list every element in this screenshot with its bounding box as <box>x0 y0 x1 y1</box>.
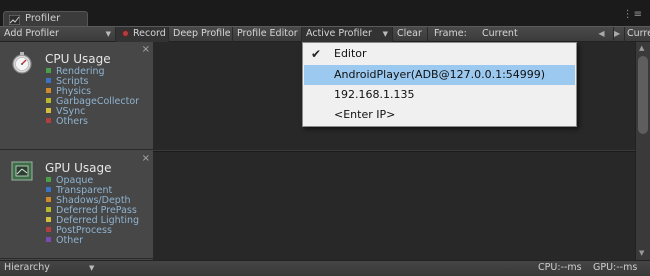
legend-swatch <box>46 207 51 212</box>
scroll-down-icon[interactable]: ▼ <box>639 249 644 257</box>
legend-item[interactable]: Other <box>46 236 139 246</box>
profile-editor-label: Profile Editor <box>237 28 298 39</box>
active-profiler-label: Active Profiler <box>306 28 372 39</box>
gpu-usage-section[interactable]: GPU Usage × Opaque Transparent Shadows/D… <box>0 151 153 259</box>
next-frame-button[interactable]: ▶ <box>614 27 625 42</box>
chevron-down-icon: ▼ <box>105 30 111 38</box>
record-icon <box>122 30 129 37</box>
legend-swatch <box>46 237 51 242</box>
gpu-chip-icon <box>11 161 33 181</box>
check-icon: ✔ <box>311 47 322 61</box>
legend-swatch <box>46 98 51 103</box>
clear-button[interactable]: Clear <box>393 27 428 42</box>
section-divider <box>153 151 635 152</box>
close-icon[interactable]: × <box>142 44 150 55</box>
menu-item-label: AndroidPlayer(ADB@127.0.0.1:54999) <box>334 68 546 81</box>
menu-item-label: 192.168.1.135 <box>334 88 415 101</box>
gpu-time-readout: GPU:--ms <box>593 262 638 273</box>
menu-item-ip-address[interactable]: 192.168.1.135 <box>304 85 575 105</box>
legend-swatch <box>46 217 51 222</box>
legend-item[interactable]: Others <box>46 117 139 127</box>
cpu-legend: Rendering Scripts Physics GarbageCollect… <box>46 67 139 127</box>
cpu-usage-section[interactable]: CPU Usage × Rendering Scripts Physics Ga… <box>0 42 153 150</box>
arrow-right-icon: ▶ <box>614 29 621 38</box>
profiler-tab[interactable]: Profiler <box>3 11 88 27</box>
legend-swatch <box>46 187 51 192</box>
close-icon[interactable]: × <box>142 153 150 164</box>
menu-item-editor[interactable]: ✔ Editor <box>304 44 575 64</box>
legend-swatch <box>46 197 51 202</box>
gpu-legend: Opaque Transparent Shadows/Depth Deferre… <box>46 176 139 246</box>
profiler-areas-panel: CPU Usage × Rendering Scripts Physics Ga… <box>0 42 153 260</box>
legend-swatch <box>46 78 51 83</box>
record-button[interactable]: Record <box>116 27 169 42</box>
status-bar: Hierarchy ▼ CPU:--ms GPU:--ms <box>0 260 650 276</box>
stopwatch-icon <box>12 52 32 74</box>
gpu-usage-title: GPU Usage <box>45 161 112 175</box>
legend-swatch <box>46 68 51 73</box>
menu-item-android-player[interactable]: AndroidPlayer(ADB@127.0.0.1:54999) <box>304 65 575 85</box>
tab-title: Profiler <box>25 13 61 24</box>
prev-frame-button[interactable]: ◀ <box>590 27 614 42</box>
frame-label: Frame: <box>434 28 467 39</box>
deep-profile-button[interactable]: Deep Profile <box>169 27 233 42</box>
current-frame-button[interactable]: Curre <box>625 27 650 42</box>
add-profiler-dropdown[interactable]: Add Profiler ▼ <box>0 27 116 42</box>
scroll-up-icon[interactable]: ▲ <box>639 44 644 52</box>
legend-swatch <box>46 118 51 123</box>
legend-swatch <box>46 177 51 182</box>
hierarchy-dropdown[interactable]: Hierarchy <box>4 262 50 273</box>
cpu-time-readout: CPU:--ms <box>538 262 582 273</box>
window-menu-icon[interactable]: ⋮≡ <box>623 9 643 20</box>
menu-item-label: Editor <box>334 47 367 60</box>
current-button-label: Curre <box>627 28 650 39</box>
legend-swatch <box>46 227 51 232</box>
menu-item-label: <Enter IP> <box>334 108 396 121</box>
active-profiler-dropdown[interactable]: Active Profiler ▼ <box>302 27 393 42</box>
profiler-toolbar: Add Profiler ▼ Record Deep Profile Profi… <box>0 26 650 42</box>
current-frame-readout: Current <box>482 28 518 39</box>
active-profiler-menu: ✔ Editor AndroidPlayer(ADB@127.0.0.1:549… <box>302 42 577 127</box>
record-label: Record <box>133 28 166 39</box>
chevron-down-icon[interactable]: ▼ <box>89 264 94 272</box>
chevron-down-icon: ▼ <box>382 30 388 38</box>
cpu-usage-title: CPU Usage <box>45 52 111 66</box>
profile-editor-button[interactable]: Profile Editor <box>233 27 302 42</box>
scrollbar-thumb[interactable] <box>638 56 648 134</box>
menu-item-enter-ip[interactable]: <Enter IP> <box>304 105 575 125</box>
arrow-left-icon: ◀ <box>598 29 605 38</box>
vertical-scrollbar[interactable]: ▲ ▼ <box>635 42 650 260</box>
profiler-icon <box>9 15 20 25</box>
add-profiler-label: Add Profiler <box>4 28 59 39</box>
window-titlebar: Profiler ⋮≡ <box>0 0 650 27</box>
deep-profile-label: Deep Profile <box>173 28 231 39</box>
clear-label: Clear <box>397 28 422 39</box>
legend-swatch <box>46 88 51 93</box>
legend-swatch <box>46 108 51 113</box>
